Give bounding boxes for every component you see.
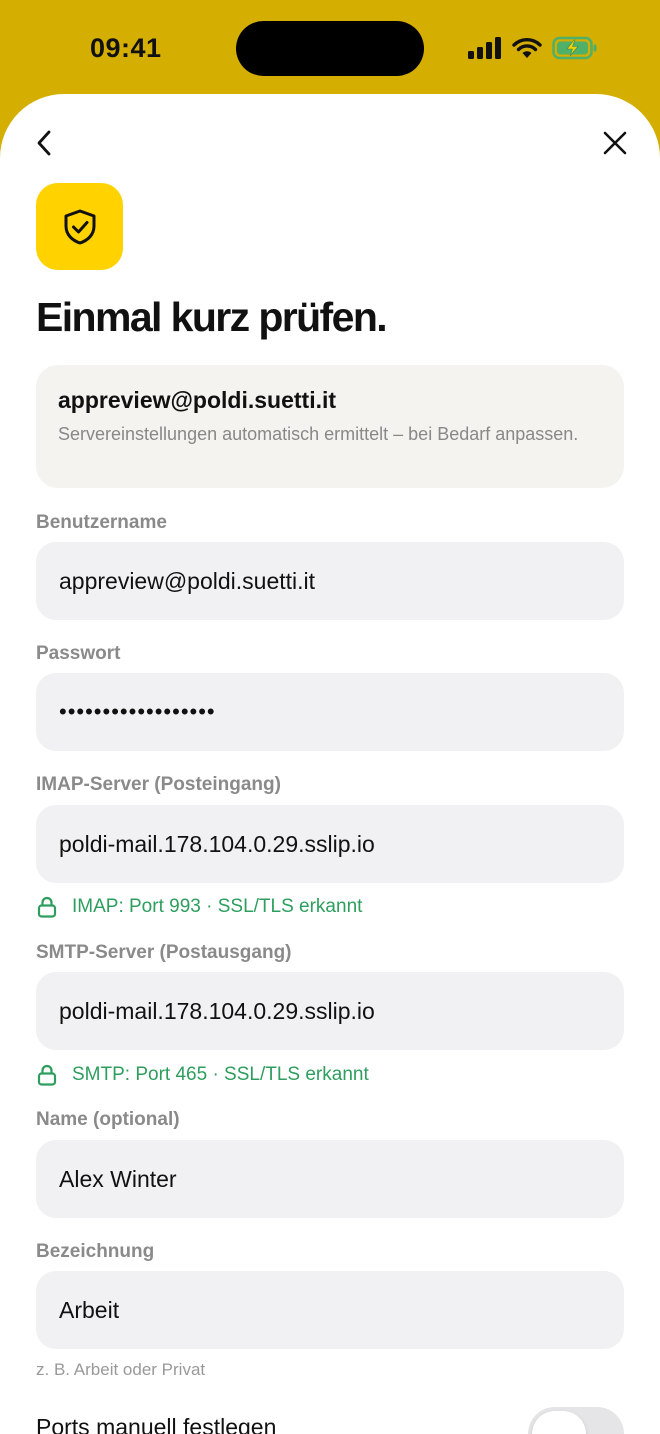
imap-status: IMAP: Port 993 · SSL/TLS erkannt xyxy=(36,896,362,918)
designation-value: Arbeit xyxy=(59,1296,120,1323)
close-button[interactable] xyxy=(602,130,628,156)
lock-icon xyxy=(37,896,57,918)
name-value: Alex Winter xyxy=(59,1165,177,1192)
lock-icon xyxy=(37,1064,57,1086)
manual-ports-label: Ports manuell festlegen xyxy=(36,1414,277,1434)
status-time: 09:41 xyxy=(90,33,162,63)
account-email: appreview@poldi.suetti.it xyxy=(58,387,337,413)
imap-status-text: IMAP: Port 993 · SSL/TLS erkannt xyxy=(72,896,363,917)
status-icons xyxy=(468,36,598,60)
chevron-left-icon xyxy=(37,130,51,156)
username-field[interactable]: appreview@poldi.suetti.it xyxy=(36,542,624,620)
cellular-signal-icon xyxy=(468,37,502,59)
smtp-status-text: SMTP: Port 465 · SSL/TLS erkannt xyxy=(72,1064,369,1085)
imap-server-label: IMAP-Server (Posteingang) xyxy=(36,774,281,795)
smtp-server-field[interactable]: poldi-mail.178.104.0.29.sslip.io xyxy=(36,972,624,1050)
account-info-card: appreview@poldi.suetti.it Servereinstell… xyxy=(36,365,624,488)
shield-tile xyxy=(36,183,123,270)
password-label: Passwort xyxy=(36,643,121,664)
back-button[interactable] xyxy=(30,128,60,158)
wifi-icon xyxy=(512,37,542,59)
imap-server-field[interactable]: poldi-mail.178.104.0.29.sslip.io xyxy=(36,805,624,883)
page-title: Einmal kurz prüfen. xyxy=(36,294,388,340)
username-label: Benutzername xyxy=(36,512,167,533)
smtp-server-value: poldi-mail.178.104.0.29.sslip.io xyxy=(59,997,375,1024)
account-info-description: Servereinstellungen automatisch ermittel… xyxy=(58,424,579,444)
dynamic-island xyxy=(236,21,424,76)
battery-charging-icon xyxy=(552,36,598,60)
designation-field[interactable]: Arbeit xyxy=(36,1271,624,1349)
designation-hint: z. B. Arbeit oder Privat xyxy=(36,1360,206,1379)
imap-server-value: poldi-mail.178.104.0.29.sslip.io xyxy=(59,830,375,857)
toggle-knob xyxy=(532,1411,586,1434)
smtp-server-label: SMTP-Server (Postausgang) xyxy=(36,942,292,963)
username-value: appreview@poldi.suetti.it xyxy=(59,567,316,594)
close-icon xyxy=(603,131,627,155)
name-label: Name (optional) xyxy=(36,1109,180,1130)
name-field[interactable]: Alex Winter xyxy=(36,1140,624,1218)
account-review-sheet: Einmal kurz prüfen. appreview@poldi.suet… xyxy=(0,94,660,1434)
shield-check-icon xyxy=(64,209,95,244)
status-bar: 09:41 xyxy=(0,0,660,94)
smtp-status: SMTP: Port 465 · SSL/TLS erkannt xyxy=(36,1064,369,1086)
password-value: •••••••••••••••••• xyxy=(59,699,216,724)
designation-label: Bezeichnung xyxy=(36,1241,155,1262)
password-field[interactable]: •••••••••••••••••• xyxy=(36,673,624,751)
manual-ports-toggle[interactable] xyxy=(528,1407,624,1434)
